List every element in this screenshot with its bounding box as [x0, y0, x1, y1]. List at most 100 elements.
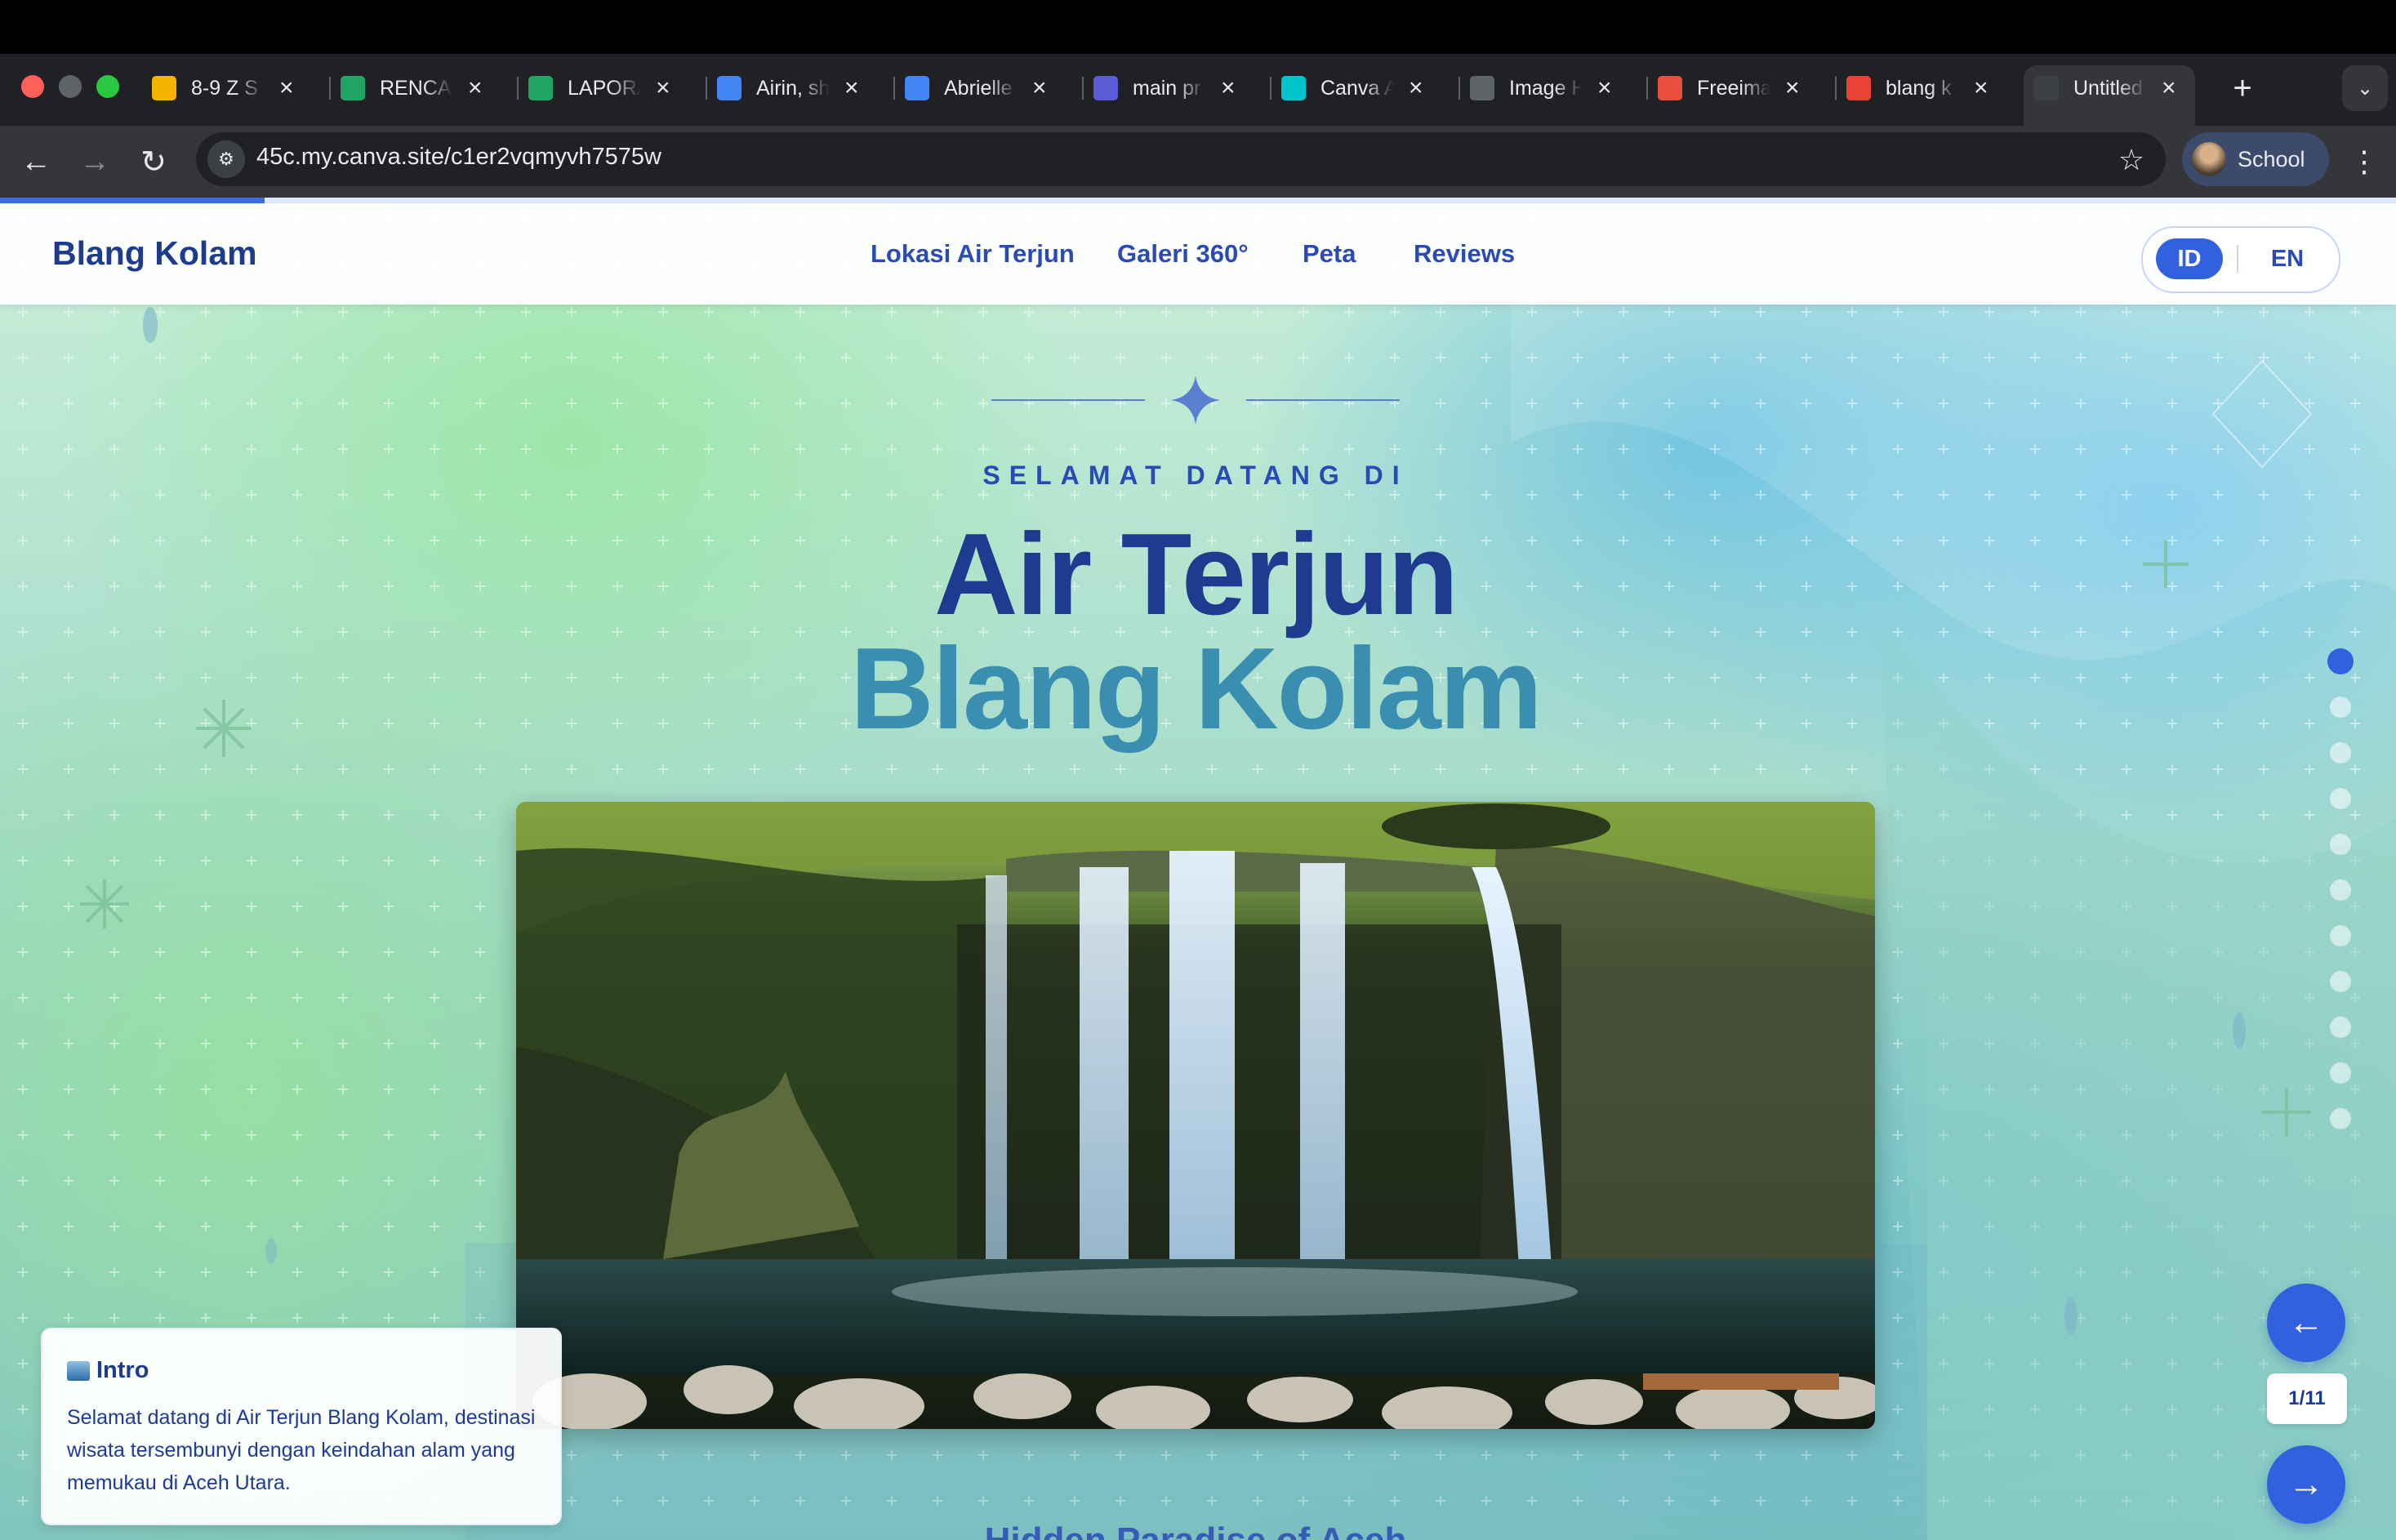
bookmark-star-icon[interactable]: ☆ [2110, 139, 2153, 181]
close-tab-icon[interactable]: × [1032, 74, 1047, 102]
docs-icon [717, 76, 742, 100]
profile-label: School [2238, 146, 2305, 171]
browser-tab[interactable]: 8-9 Z S × [152, 65, 294, 111]
forward-button[interactable]: → [72, 139, 118, 185]
next-slide-button[interactable]: → [2267, 1445, 2345, 1524]
close-tab-icon[interactable]: × [279, 74, 294, 102]
tab-title: LAPORAN [568, 76, 641, 100]
sparkle-icon [1171, 376, 1220, 425]
slide-dot[interactable] [2330, 1062, 2351, 1084]
slide-dot[interactable] [2330, 788, 2351, 809]
info-card-title: Intro [67, 1357, 149, 1384]
browser-tab[interactable]: Untitled × [2034, 65, 2176, 111]
close-tab-icon[interactable]: × [1597, 74, 1612, 102]
tab-title: Image H [1509, 76, 1583, 100]
screen-top-strip [0, 0, 2396, 54]
prev-slide-button[interactable]: ← [2267, 1284, 2345, 1362]
slide-dot[interactable] [2330, 971, 2351, 992]
tab-title: Canva A [1320, 76, 1394, 100]
tab-title: main pr [1133, 76, 1201, 100]
tab-separator [1835, 77, 1837, 100]
profile-button[interactable]: School [2182, 132, 2329, 186]
url-text[interactable]: 45c.my.canva.site/c1er2vqmyvh7575w [256, 144, 661, 171]
slide-dot[interactable] [2327, 648, 2354, 674]
tab-separator [517, 77, 519, 100]
slide-dot[interactable] [2330, 834, 2351, 855]
close-tab-icon[interactable]: × [2162, 74, 2176, 102]
language-en-button[interactable]: EN [2254, 238, 2321, 279]
tab-separator [893, 77, 895, 100]
canva-site-icon [2034, 76, 2059, 100]
browser-tab[interactable]: LAPORAN × [528, 65, 670, 111]
browser-tab[interactable]: Abrielle × [905, 65, 1047, 111]
back-button[interactable]: ← [13, 139, 59, 185]
tab-separator [1646, 77, 1648, 100]
intro-info-card: Intro Selamat datang di Air Terjun Blang… [41, 1328, 562, 1525]
close-tab-icon[interactable]: × [468, 74, 483, 102]
site-logo[interactable]: Blang Kolam [52, 234, 257, 273]
tab-separator [1459, 77, 1460, 100]
freepik-icon [1658, 76, 1682, 100]
scroll-progress-fill [0, 198, 265, 203]
tab-separator [1082, 77, 1084, 100]
nav-link-reviews[interactable]: Reviews [1414, 239, 1515, 269]
tab-title: Freeima [1697, 76, 1770, 100]
browser-tab[interactable]: blang k × [1846, 65, 1989, 111]
browser-tab[interactable]: Image H × [1470, 65, 1612, 111]
close-tab-icon[interactable]: × [656, 74, 670, 102]
site-info-icon[interactable]: ⚙ [207, 140, 245, 178]
tab-title: Untitled [2073, 76, 2143, 100]
language-divider [2237, 245, 2238, 273]
maximize-window-button[interactable] [96, 75, 119, 98]
tab-separator [706, 77, 707, 100]
slide-dot[interactable] [2330, 742, 2351, 763]
slide-dot[interactable] [2330, 697, 2351, 718]
close-window-button[interactable] [21, 75, 44, 98]
browser-tab[interactable]: Freeima × [1658, 65, 1800, 111]
tab-title: Abrielle [944, 76, 1013, 100]
site-header: Blang Kolam Lokasi Air Terjun Galeri 360… [0, 203, 2396, 305]
slide-dot[interactable] [2330, 925, 2351, 946]
slide-dot[interactable] [2330, 1108, 2351, 1129]
sparkle-divider [991, 376, 1400, 425]
nav-link-galeri[interactable]: Galeri 360° [1117, 239, 1249, 269]
drive-icon [341, 76, 365, 100]
slide-counter: 1/11 [2267, 1373, 2347, 1424]
tab-title: RENCANA [380, 76, 453, 100]
tab-title: Airin, sh [756, 76, 830, 100]
slide-dot[interactable] [2330, 1017, 2351, 1038]
browser-tab[interactable]: Canva A × [1281, 65, 1423, 111]
browser-tab[interactable]: main pr × [1093, 65, 1236, 111]
slides-icon [152, 76, 176, 100]
new-tab-button[interactable]: + [2220, 65, 2265, 111]
close-tab-icon[interactable]: × [1221, 74, 1236, 102]
browser-tab[interactable]: Airin, sh × [717, 65, 859, 111]
nav-link-peta[interactable]: Peta [1303, 239, 1356, 269]
close-tab-icon[interactable]: × [844, 74, 859, 102]
wave-icon [67, 1361, 90, 1382]
canva-icon [1281, 76, 1306, 100]
avatar [2192, 142, 2226, 176]
hero-eyebrow: SELAMAT DATANG DI [982, 461, 1409, 490]
browser-tab[interactable]: RENCANA × [341, 65, 483, 111]
tab-title: blang k [1886, 76, 1952, 100]
info-card-title-text: Intro [96, 1357, 149, 1383]
slide-dot[interactable] [2330, 879, 2351, 901]
info-card-body: Selamat datang di Air Terjun Blang Kolam… [67, 1406, 536, 1494]
reload-button[interactable]: ↻ [131, 139, 176, 185]
tab-separator [329, 77, 331, 100]
google-icon [1846, 76, 1871, 100]
page-viewport: Blang Kolam Lokasi Air Terjun Galeri 360… [0, 198, 2396, 1540]
minimize-window-button[interactable] [59, 75, 82, 98]
browser-menu-icon[interactable]: ⋮ [2347, 139, 2381, 185]
close-tab-icon[interactable]: × [1974, 74, 1989, 102]
nav-link-lokasi[interactable]: Lokasi Air Terjun [871, 239, 1075, 269]
close-tab-icon[interactable]: × [1409, 74, 1423, 102]
section-subheading: Hidden Paradise of Aceh [0, 1520, 2391, 1540]
image-icon [1470, 76, 1494, 100]
tab-search-button[interactable]: ⌄ [2342, 65, 2388, 111]
tab-title: 8-9 Z S [191, 76, 258, 100]
close-tab-icon[interactable]: × [1785, 74, 1800, 102]
language-id-button[interactable]: ID [2156, 238, 2223, 279]
drive-icon [528, 76, 553, 100]
